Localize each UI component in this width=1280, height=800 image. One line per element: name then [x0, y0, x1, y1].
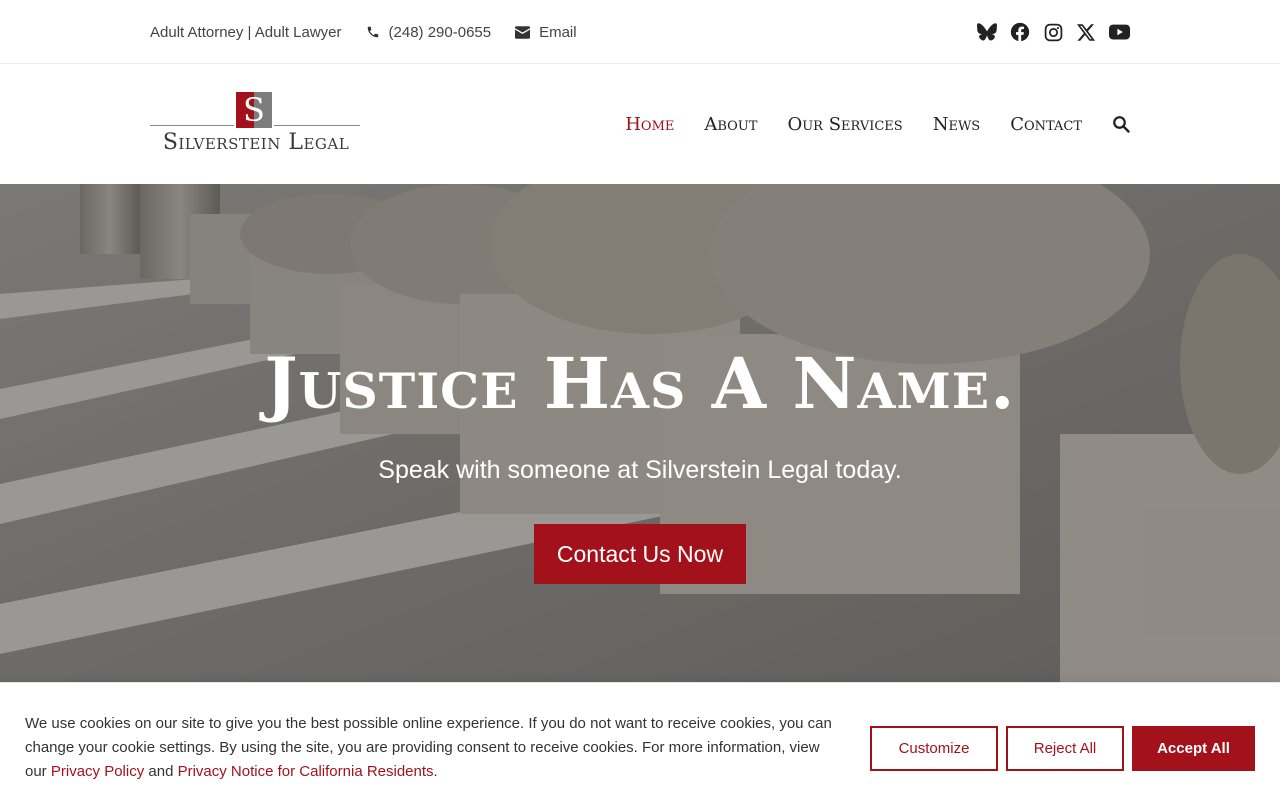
logo-wordmark: Silverstein Legal	[162, 130, 350, 155]
topbar-contact-group: Adult Attorney | Adult Lawyer (248) 290-…	[150, 0, 601, 64]
site-header: S Silverstein Legal Home About Our Servi…	[0, 64, 1280, 184]
email-label: Email	[539, 23, 577, 41]
customize-button[interactable]: Customize	[870, 726, 998, 771]
cookie-message-period: .	[433, 763, 438, 780]
hero-overlay	[0, 184, 1280, 682]
california-privacy-notice-link[interactable]: Privacy Notice for California Residents	[178, 763, 434, 780]
cookie-consent-banner: We use cookies on our site to give you t…	[0, 682, 1280, 800]
nav-home[interactable]: Home	[625, 114, 674, 135]
hero-subtitle: Speak with someone at Silverstein Legal …	[378, 456, 902, 484]
hero-title: Justice Has A Name.	[264, 342, 1016, 425]
topbar-tagline: Adult Attorney | Adult Lawyer	[150, 23, 342, 41]
instagram-icon[interactable]	[1042, 21, 1064, 43]
svg-text:S: S	[243, 92, 265, 128]
nav-news[interactable]: News	[933, 114, 981, 135]
search-icon[interactable]	[1112, 115, 1130, 133]
social-links	[965, 0, 1130, 64]
x-icon[interactable]	[1075, 21, 1097, 43]
reject-all-button[interactable]: Reject All	[1006, 726, 1124, 771]
facebook-icon[interactable]	[1009, 21, 1031, 43]
nav-our-services[interactable]: Our Services	[787, 114, 902, 135]
top-utility-bar: Adult Attorney | Adult Lawyer (248) 290-…	[0, 0, 1280, 64]
phone-number: (248) 290-0655	[388, 23, 492, 41]
youtube-icon[interactable]	[1108, 21, 1130, 43]
phone-icon	[367, 26, 378, 38]
logo-rule-right	[274, 125, 360, 126]
logo-mark: S	[236, 92, 272, 128]
bluesky-icon[interactable]	[976, 21, 998, 43]
cookie-message: We use cookies on our site to give you t…	[25, 712, 845, 784]
nav-about[interactable]: About	[704, 114, 757, 135]
contact-us-now-button[interactable]: Contact Us Now	[534, 524, 746, 584]
main-nav: Home About Our Services News Contact	[595, 64, 1130, 184]
phone-link[interactable]: (248) 290-0655	[366, 23, 492, 41]
hero-section: Justice Has A Name. Speak with someone a…	[0, 184, 1280, 682]
logo-rule-left	[150, 125, 234, 126]
nav-contact[interactable]: Contact	[1010, 114, 1082, 135]
privacy-policy-link[interactable]: Privacy Policy	[51, 763, 144, 780]
cookie-message-and: and	[144, 763, 178, 780]
email-link[interactable]: Email	[515, 24, 577, 41]
site-logo[interactable]: S Silverstein Legal	[150, 92, 362, 158]
envelope-icon	[515, 25, 531, 39]
accept-all-button[interactable]: Accept All	[1132, 726, 1255, 771]
